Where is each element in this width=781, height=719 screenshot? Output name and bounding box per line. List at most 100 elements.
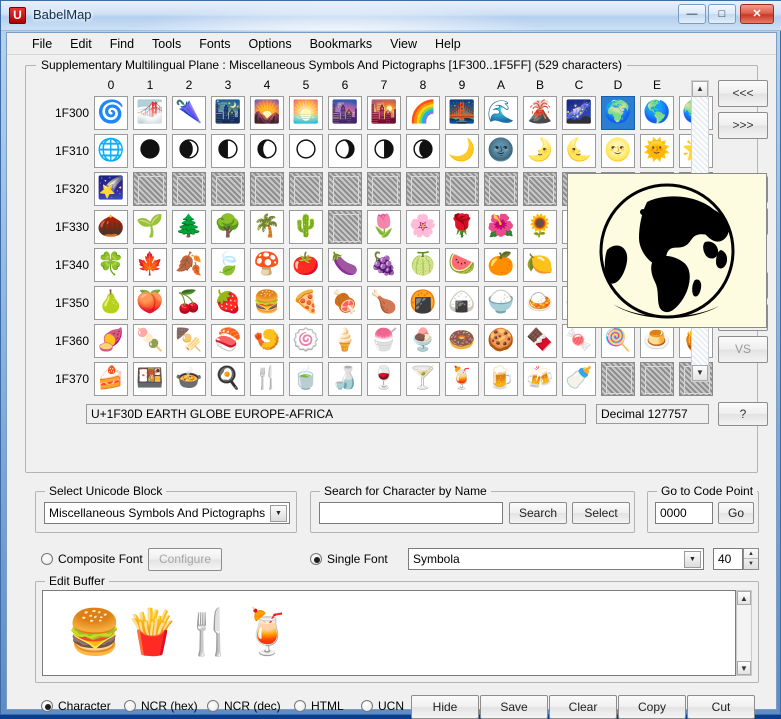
single-font-radio[interactable]: Single Font xyxy=(310,552,388,566)
grid-cell-undefined[interactable] xyxy=(445,172,479,206)
grid-cell-undefined[interactable] xyxy=(172,172,206,206)
menu-item-edit[interactable]: Edit xyxy=(61,33,101,54)
grid-cell[interactable]: 🌛 xyxy=(523,134,557,168)
grid-cell[interactable]: 🍈 xyxy=(406,248,440,282)
grid-cell[interactable]: 🍭 xyxy=(601,324,635,358)
grid-cell[interactable]: 🍣 xyxy=(211,324,245,358)
menu-item-options[interactable]: Options xyxy=(239,33,300,54)
grid-cell[interactable]: 🌠 xyxy=(94,172,128,206)
grid-cell[interactable]: 🌘 xyxy=(406,134,440,168)
nav-button-vs-6[interactable]: VS xyxy=(718,336,768,363)
grid-cell-undefined[interactable] xyxy=(328,210,362,244)
grid-cell[interactable]: 🌙 xyxy=(445,134,479,168)
grid-cell-undefined[interactable] xyxy=(367,172,401,206)
grid-cell[interactable]: 🌔 xyxy=(250,134,284,168)
close-button[interactable]: ✕ xyxy=(740,4,774,24)
radio-dot[interactable] xyxy=(207,700,219,712)
edit-buffer-scrollbar[interactable]: ▲ ▼ xyxy=(736,590,752,676)
grid-cell[interactable]: 🌋 xyxy=(523,96,557,130)
grid-cell-undefined[interactable] xyxy=(289,172,323,206)
output-format-html[interactable]: HTML xyxy=(294,699,344,713)
grid-cell[interactable]: 🍇 xyxy=(367,248,401,282)
grid-cell[interactable]: 🍺 xyxy=(484,362,518,396)
edit-buffer-text[interactable]: 🍔🍟🍴🍹 xyxy=(42,590,736,676)
grid-cell[interactable]: 🍗 xyxy=(367,286,401,320)
grid-cell[interactable]: 🍸 xyxy=(406,362,440,396)
grid-cell[interactable]: 🍆 xyxy=(328,248,362,282)
grid-cell[interactable]: 🍲 xyxy=(172,362,206,396)
menu-item-tools[interactable]: Tools xyxy=(143,33,190,54)
grid-cell[interactable]: 🍥 xyxy=(289,324,323,358)
grid-cell-undefined[interactable] xyxy=(250,172,284,206)
grid-cell-undefined[interactable] xyxy=(328,172,362,206)
grid-cell[interactable]: 🌎 xyxy=(640,96,674,130)
grid-cell[interactable]: 🍦 xyxy=(328,324,362,358)
grid-cell[interactable]: 🍷 xyxy=(367,362,401,396)
grid-cell[interactable]: 🌆 xyxy=(328,96,362,130)
grid-cell[interactable]: 🍚 xyxy=(484,286,518,320)
chevron-down-icon-font[interactable]: ▼ xyxy=(684,551,701,568)
grid-cell[interactable]: 🌴 xyxy=(250,210,284,244)
edit-scroll-up-icon[interactable]: ▲ xyxy=(737,591,751,605)
radio-dot[interactable] xyxy=(361,700,373,712)
code-point-input[interactable]: 0000 xyxy=(655,502,713,524)
grid-cell[interactable]: 🌝 xyxy=(601,134,635,168)
grid-cell[interactable]: 🌁 xyxy=(133,96,167,130)
grid-cell[interactable]: 🌇 xyxy=(367,96,401,130)
cut-button[interactable]: Cut xyxy=(687,695,755,719)
search-button[interactable]: Search xyxy=(509,502,567,524)
edit-scroll-down-icon[interactable]: ▼ xyxy=(737,661,751,675)
grid-cell[interactable]: 🌖 xyxy=(328,134,362,168)
nav-button-xxx-0[interactable]: <<< xyxy=(718,80,768,107)
grid-cell-undefined[interactable] xyxy=(601,362,635,396)
go-button[interactable]: Go xyxy=(718,502,754,524)
save-button[interactable]: Save xyxy=(480,695,548,719)
grid-cell[interactable]: 🍪 xyxy=(484,324,518,358)
minimize-button[interactable]: — xyxy=(678,4,706,24)
grid-cell[interactable]: 🍐 xyxy=(94,286,128,320)
grid-cell[interactable]: 🌉 xyxy=(445,96,479,130)
grid-cell[interactable]: 🌒 xyxy=(172,134,206,168)
output-format-character[interactable]: Character xyxy=(41,699,111,713)
select-button[interactable]: Select xyxy=(572,502,630,524)
grid-cell[interactable]: 🌑 xyxy=(133,134,167,168)
grid-cell[interactable]: 🌻 xyxy=(523,210,557,244)
grid-cell[interactable]: 🌱 xyxy=(133,210,167,244)
grid-cell-undefined[interactable] xyxy=(523,172,557,206)
grid-cell[interactable]: 🍮 xyxy=(640,324,674,358)
grid-cell[interactable]: 🌊 xyxy=(484,96,518,130)
grid-cell[interactable]: 🍛 xyxy=(523,286,557,320)
grid-cell[interactable]: 🌐 xyxy=(94,134,128,168)
hide-button[interactable]: Hide xyxy=(411,695,479,719)
scroll-down-icon[interactable]: ▼ xyxy=(692,365,708,381)
menu-item-view[interactable]: View xyxy=(381,33,426,54)
grid-cell[interactable]: 🌓 xyxy=(211,134,245,168)
grid-cell[interactable]: 🌅 xyxy=(289,96,323,130)
grid-cell[interactable]: 🍄 xyxy=(250,248,284,282)
font-size-input[interactable]: 40 xyxy=(713,548,743,570)
grid-cell-undefined[interactable] xyxy=(133,172,167,206)
grid-cell[interactable]: 🍓 xyxy=(211,286,245,320)
grid-cell[interactable]: 🌍 xyxy=(601,96,635,130)
grid-cell[interactable]: 🍴 xyxy=(250,362,284,396)
grid-cell[interactable]: 🌵 xyxy=(289,210,323,244)
output-format-ucn[interactable]: UCN xyxy=(361,699,404,713)
grid-cell[interactable]: 🌂 xyxy=(172,96,206,130)
scroll-up-icon[interactable]: ▲ xyxy=(692,81,708,97)
stepper-down-icon[interactable]: ▼ xyxy=(744,559,758,569)
grid-cell[interactable]: 🍼 xyxy=(562,362,596,396)
radio-dot[interactable] xyxy=(294,700,306,712)
grid-cell[interactable]: 🍁 xyxy=(133,248,167,282)
grid-cell[interactable]: 🍃 xyxy=(211,248,245,282)
grid-cell[interactable]: 🍙 xyxy=(445,286,479,320)
grid-cell[interactable]: 🍕 xyxy=(289,286,323,320)
grid-cell[interactable]: 🍵 xyxy=(289,362,323,396)
grid-cell[interactable]: 🍬 xyxy=(562,324,596,358)
grid-cell[interactable]: 🌃 xyxy=(211,96,245,130)
grid-cell[interactable]: 🍂 xyxy=(172,248,206,282)
grid-cell[interactable]: 🌲 xyxy=(172,210,206,244)
unicode-block-select[interactable]: Miscellaneous Symbols And Pictographs ▼ xyxy=(44,502,290,524)
grid-cell[interactable]: 🌄 xyxy=(250,96,284,130)
grid-cell[interactable]: 🍹 xyxy=(445,362,479,396)
grid-cell[interactable]: 🍤 xyxy=(250,324,284,358)
